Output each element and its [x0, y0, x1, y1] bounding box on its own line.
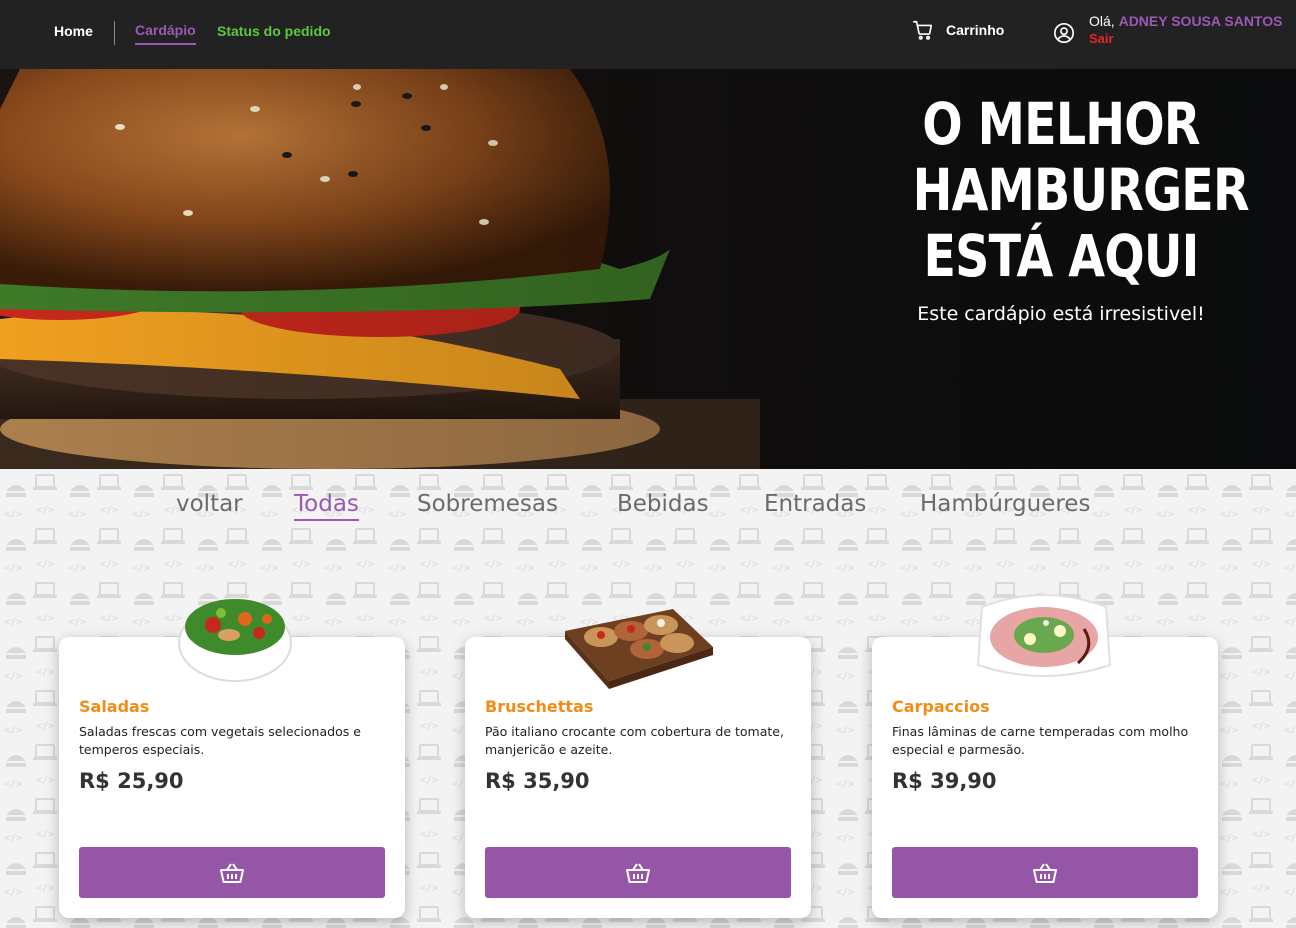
user-circle-icon[interactable] [1053, 22, 1075, 44]
nav-divider [114, 21, 115, 45]
product-title: Carpaccios [892, 697, 990, 716]
basket-icon [1033, 862, 1057, 883]
product-title: Saladas [79, 697, 150, 716]
logout-link[interactable]: Sair [1089, 31, 1114, 46]
hero-title-line2: HAMBURGER [912, 156, 1250, 224]
add-to-cart-button[interactable] [79, 847, 385, 898]
tab-todas[interactable]: Todas [294, 491, 359, 521]
add-to-cart-button[interactable] [892, 847, 1198, 898]
tab-hamburgueres[interactable]: Hambúrgueres [920, 491, 1090, 517]
product-card: Carpaccios Finas lâminas de carne temper… [872, 594, 1218, 918]
nav-status-link[interactable]: Status do pedido [217, 23, 331, 39]
hero-title-line1: O MELHOR [922, 90, 1200, 158]
cart-label: Carrinho [946, 22, 1005, 38]
product-description: Saladas frescas com vegetais selecionado… [79, 724, 361, 757]
cart-icon [913, 20, 933, 40]
product-card: Saladas Saladas frescas com vegetais sel… [59, 599, 405, 918]
category-tabs: voltar Todas Sobremesas Bebidas Entradas Hamb… [0, 491, 1296, 531]
user-name: ADNEY SOUSA SANTOS [1118, 13, 1283, 29]
tab-sobremesas[interactable]: Sobremesas [417, 491, 558, 517]
user-greeting: Olá, ADNEY SOUSA SANTOS [1089, 13, 1282, 29]
product-card: Bruschettas Pão italiano crocante com co… [465, 609, 811, 918]
tab-entradas[interactable]: Entradas [764, 491, 866, 517]
basket-icon [626, 862, 650, 883]
carpaccio-plate-image [976, 594, 1112, 677]
basket-icon [220, 862, 244, 883]
product-description: Finas lâminas de carne temperadas com mo… [892, 724, 1189, 757]
salad-bowl-image [178, 599, 292, 682]
nav-home-link[interactable]: Home [54, 23, 93, 39]
bruschetta-board-image [565, 609, 713, 689]
hero-banner: O MELHOR HAMBURGER ESTÁ AQUI Este cardáp… [0, 69, 1296, 469]
tab-bebidas[interactable]: Bebidas [617, 491, 709, 517]
product-price: R$ 25,90 [79, 769, 184, 793]
tab-voltar[interactable]: voltar [176, 491, 243, 517]
top-navbar: Home Cardápio Status do pedido Carrinho … [0, 0, 1296, 69]
product-price: R$ 35,90 [485, 769, 590, 793]
product-title: Bruschettas [485, 697, 594, 716]
menu-section: </> </> voltarTodasSobremesasBebidasEntr… [0, 469, 1296, 928]
add-to-cart-button[interactable] [485, 847, 791, 898]
hero-title-line3: ESTÁ AQUI [923, 222, 1199, 290]
hero-title: O MELHOR HAMBURGER ESTÁ AQUI [912, 90, 1250, 290]
product-price: R$ 39,90 [892, 769, 997, 793]
greeting-text: Olá, [1089, 13, 1115, 29]
nav-cardapio-link[interactable]: Cardápio [135, 22, 196, 45]
product-description: Pão italiano crocante com cobertura de t… [485, 724, 784, 757]
hero-subtitle: Este cardápio está irresistivel! [917, 303, 1205, 325]
cart-button[interactable]: Carrinho [912, 17, 1004, 43]
